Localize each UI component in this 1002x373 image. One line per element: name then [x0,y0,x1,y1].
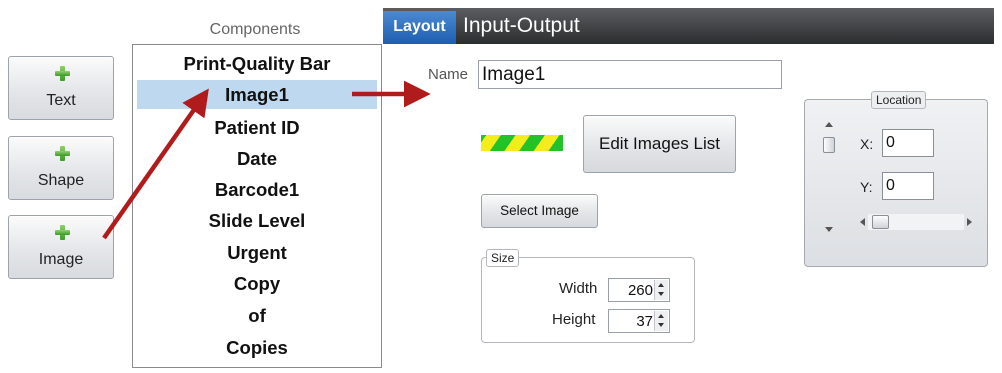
size-group: Size Width 260 Height 37 [481,249,695,343]
plus-icon [55,146,70,161]
image-preview-stripe [481,135,563,151]
name-label: Name [428,66,469,83]
x-label: X: [860,136,874,152]
add-shape-button[interactable]: Shape [8,136,114,200]
height-stepper[interactable]: 37 [608,309,670,333]
spin-down-icon[interactable] [658,323,664,327]
add-text-button[interactable]: Text [8,56,114,120]
height-label: Height [552,311,596,328]
height-spinner-arrows[interactable] [654,311,668,331]
component-item[interactable]: Patient ID [137,113,377,142]
add-text-label: Text [46,92,76,109]
spin-down-icon[interactable] [658,292,664,296]
plus-icon [55,66,70,81]
scroll-thumb[interactable] [872,215,889,229]
location-horizontal-scrollbar[interactable] [856,214,976,230]
component-item-selected[interactable]: Image1 [137,80,377,109]
plus-icon [55,225,70,240]
components-list[interactable]: Print-Quality Bar Image1 Patient ID Date… [132,44,382,368]
scroll-down-icon[interactable] [825,227,833,232]
scroll-thumb[interactable] [823,137,835,153]
tab-layout[interactable]: Layout [383,11,456,44]
scroll-up-icon[interactable] [825,122,833,127]
edit-images-list-button[interactable]: Edit Images List [583,115,736,173]
component-item[interactable]: Barcode1 [137,175,377,204]
height-value[interactable]: 37 [636,313,653,330]
select-image-button[interactable]: Select Image [481,194,598,228]
scroll-left-icon[interactable] [860,218,865,226]
location-vertical-scrollbar[interactable] [821,122,837,232]
component-item[interactable]: Urgent [137,238,377,267]
add-shape-label: Shape [37,172,85,189]
components-title: Components [209,21,301,38]
component-item[interactable]: Copy [137,269,377,298]
name-input[interactable] [478,60,782,89]
spin-up-icon[interactable] [658,283,664,287]
scroll-right-icon[interactable] [967,218,972,226]
width-spinner-arrows[interactable] [654,280,668,300]
width-stepper[interactable]: 260 [608,278,670,302]
tab-bar: Layout Input-Output [383,8,994,44]
component-item[interactable]: of [137,301,377,330]
location-legend: Location [871,91,927,109]
component-item[interactable]: Slide Level [137,206,377,235]
add-image-button[interactable]: Image [8,215,114,279]
location-group: Location X: Y: [804,91,988,267]
component-item[interactable]: Print-Quality Bar [137,49,377,78]
add-image-label: Image [38,251,84,268]
y-label: Y: [860,179,873,195]
spin-up-icon[interactable] [658,314,664,318]
component-item[interactable]: Copies [137,333,377,362]
y-input[interactable] [882,172,934,200]
x-input[interactable] [882,129,934,157]
size-legend: Size [486,249,520,267]
width-label: Width [559,280,598,297]
component-item[interactable]: Date [137,144,377,173]
tab-input-output[interactable]: Input-Output [463,11,580,44]
width-value[interactable]: 260 [628,282,653,299]
